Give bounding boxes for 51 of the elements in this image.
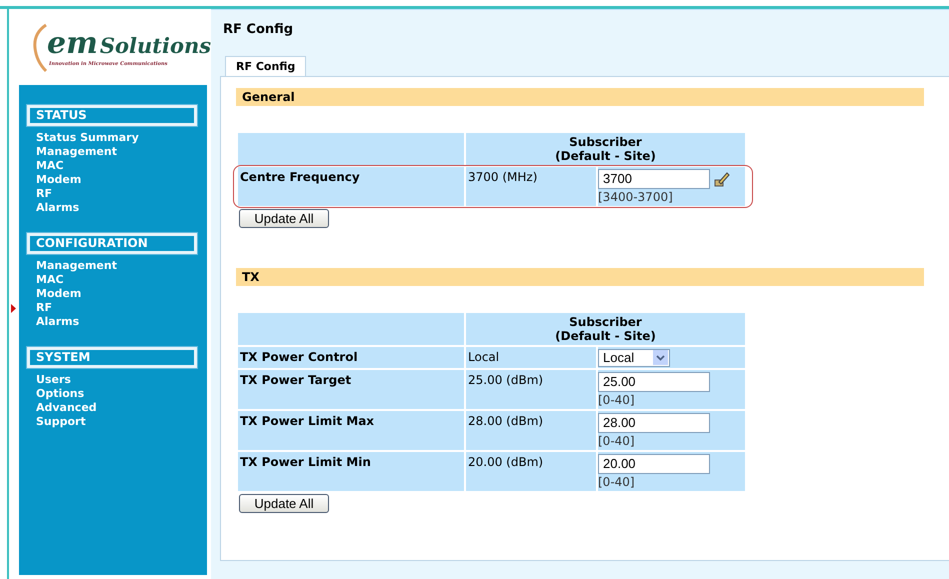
- sidebar-item[interactable]: Status Summary: [11, 131, 197, 145]
- range-hint: [0-40]: [598, 474, 636, 490]
- sidebar-item[interactable]: Management: [11, 259, 197, 273]
- table-cell: 25.00 (dBm): [466, 370, 596, 408]
- sidebar-item[interactable]: RF: [11, 301, 197, 315]
- input-field[interactable]: 25.00: [598, 372, 710, 392]
- table-cell: TX Power Control: [238, 346, 464, 368]
- table-cell: 20.00 (dBm): [466, 452, 596, 490]
- section-header: TX: [236, 268, 924, 286]
- table-cell: Centre Frequency: [238, 166, 464, 206]
- table-cell: 3700 (MHz): [466, 166, 596, 206]
- sidebar-item[interactable]: Users: [11, 373, 197, 387]
- tab[interactable]: RF Config: [225, 56, 306, 76]
- sidebar-item[interactable]: RF: [11, 187, 197, 201]
- table-cell: 28.00 (dBm): [466, 410, 596, 450]
- update-all-button[interactable]: Update All: [239, 494, 329, 512]
- selected-marker-icon: [11, 304, 16, 312]
- table-header-cell: Subscriber (Default - Site): [466, 132, 745, 164]
- sidebar-item[interactable]: Advanced: [11, 401, 197, 415]
- sidebar-item[interactable]: Alarms: [11, 315, 197, 329]
- sidebar-item[interactable]: Alarms: [11, 201, 197, 215]
- logo-name: Solutions: [100, 35, 212, 56]
- sidebar-item[interactable]: Options: [11, 387, 197, 401]
- sidebar-section-title: CONFIGURATION: [27, 233, 197, 254]
- sidebar-section-title: STATUS: [27, 105, 197, 126]
- update-all-button[interactable]: Update All: [239, 208, 329, 228]
- page-title: RF Config: [223, 21, 294, 39]
- input-field[interactable]: 20.00: [598, 454, 710, 474]
- select-field[interactable]: Local: [598, 348, 670, 366]
- sidebar-item[interactable]: Modem: [11, 287, 197, 301]
- sidebar-item[interactable]: MAC: [11, 159, 197, 173]
- input-field[interactable]: 28.00: [598, 412, 710, 432]
- range-hint: [0-40]: [598, 432, 636, 448]
- sidebar-item[interactable]: MAC: [11, 273, 197, 287]
- sidebar-section-title: SYSTEM: [27, 347, 197, 368]
- table-cell: TX Power Target: [238, 370, 464, 408]
- chevron-down-icon: [653, 350, 668, 365]
- pencil-icon[interactable]: [714, 170, 730, 186]
- table-header-cell: Subscriber (Default - Site): [466, 312, 745, 344]
- logo-mark: em: [47, 29, 98, 59]
- table-cell: Local: [466, 346, 596, 368]
- sidebar-item[interactable]: Support: [11, 415, 197, 429]
- logo-swoosh-icon: [33, 23, 47, 73]
- table-cell: TX Power Limit Min: [238, 452, 464, 490]
- sidebar-item[interactable]: Management: [11, 145, 197, 159]
- table-cell: TX Power Limit Max: [238, 410, 464, 450]
- range-hint: [0-40]: [598, 392, 636, 408]
- range-hint: [3400-3700]: [598, 188, 674, 204]
- input-field[interactable]: 3700: [598, 168, 710, 188]
- section-header: General: [236, 88, 924, 106]
- sidebar-item[interactable]: Modem: [11, 173, 197, 187]
